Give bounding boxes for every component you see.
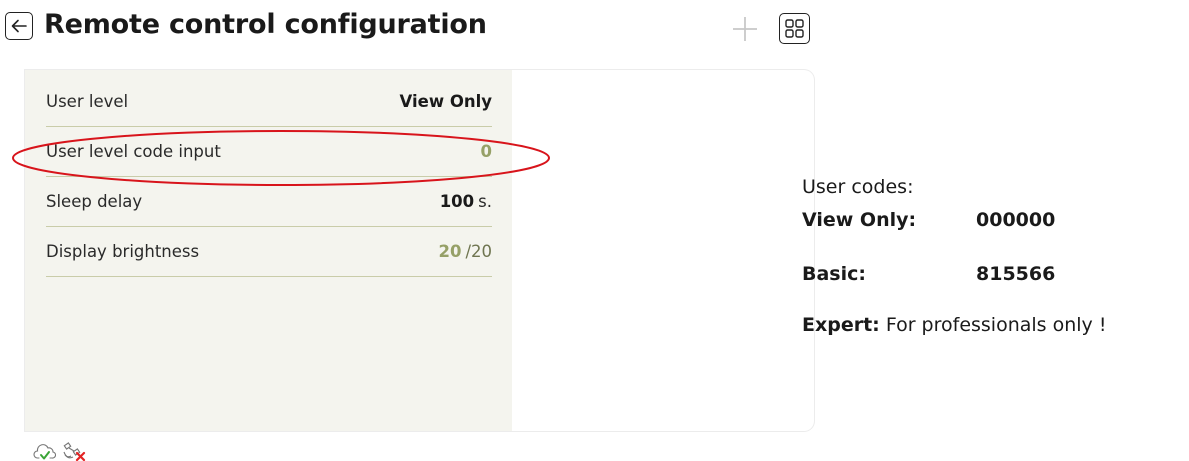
- note-value: 000000: [976, 209, 1056, 231]
- notes-title: User codes:: [802, 176, 914, 198]
- note-value: For professionals only !: [885, 314, 1107, 336]
- setting-label: User level: [46, 92, 129, 111]
- setting-value: 20: [438, 242, 462, 261]
- note-expert: Expert: For professionals only !: [802, 314, 1106, 336]
- setting-user-level[interactable]: User level View Only: [46, 77, 492, 127]
- setting-display-brightness[interactable]: Display brightness 20/20: [46, 227, 492, 277]
- plus-icon: [733, 17, 757, 41]
- highlight-ellipse: [12, 130, 550, 186]
- note-key: Expert:: [802, 314, 880, 336]
- arrow-left-icon: [11, 19, 27, 33]
- note-view-only: View Only: 000000: [802, 209, 1055, 231]
- grid-icon: [785, 19, 804, 38]
- setting-label: Display brightness: [46, 242, 200, 261]
- page-title: Remote control configuration: [44, 9, 487, 40]
- setting-unit: /20: [465, 242, 492, 261]
- note-value: 815566: [976, 263, 1056, 285]
- setting-unit: s.: [478, 192, 492, 211]
- setting-label: Sleep delay: [46, 192, 143, 211]
- cloud-check-icon: [33, 444, 57, 460]
- note-key: View Only:: [802, 209, 917, 231]
- setting-value-group: 100 s.: [440, 192, 492, 211]
- setting-value: 100: [439, 192, 475, 211]
- layout-grid-button[interactable]: [779, 13, 810, 44]
- note-basic: Basic: 815566: [802, 263, 1055, 285]
- settings-panel: User level View Only User level code inp…: [25, 70, 814, 431]
- setting-value-group: 20/20: [438, 242, 492, 261]
- note-key: Basic:: [802, 263, 866, 285]
- back-button[interactable]: [5, 12, 33, 40]
- settings-list: User level View Only User level code inp…: [25, 70, 512, 431]
- add-button[interactable]: [731, 15, 759, 43]
- satellite-off-icon: [63, 442, 86, 461]
- setting-value: View Only: [399, 92, 493, 111]
